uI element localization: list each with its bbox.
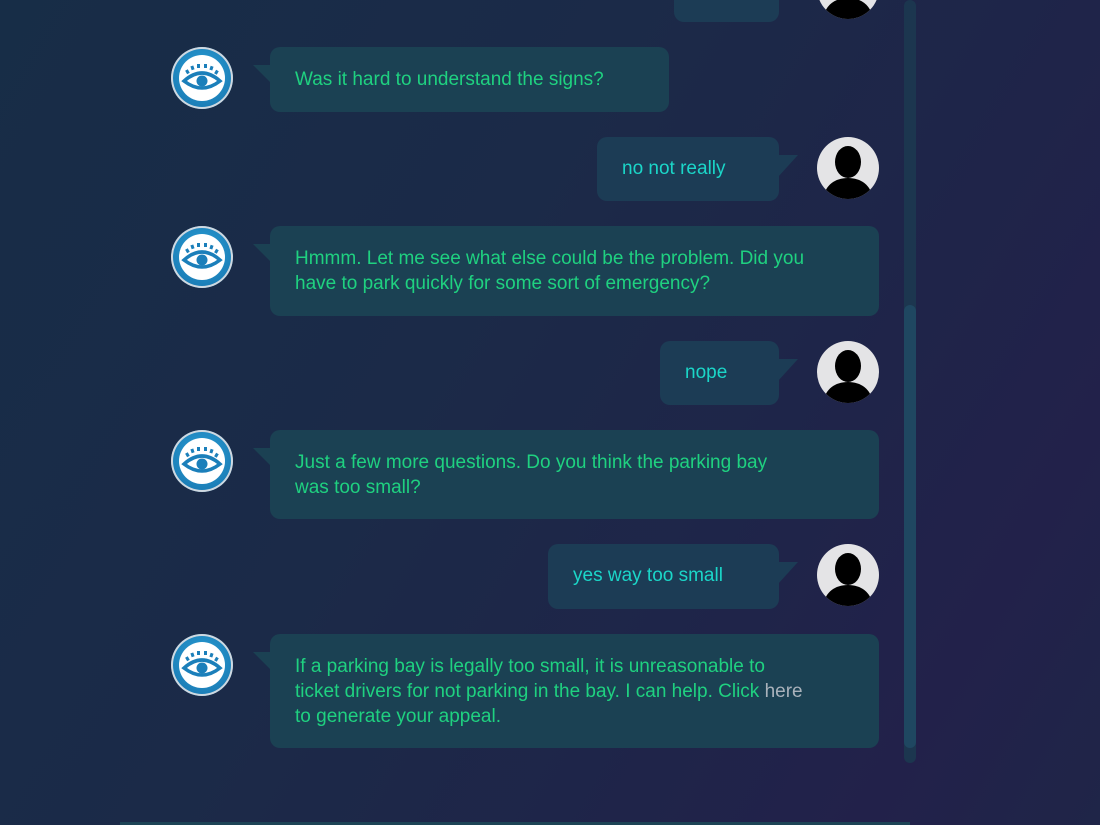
user-message-bubble	[674, 0, 779, 22]
user-avatar	[817, 137, 879, 199]
bot-message-line: was too small?	[295, 477, 421, 498]
user-silhouette-icon	[823, 0, 873, 19]
chat-window: Was it hard to understand the signs? no …	[0, 0, 1100, 825]
bot-avatar	[171, 47, 233, 109]
eye-icon	[179, 55, 225, 101]
user-message-text: no not really	[622, 158, 726, 179]
user-message-bubble: nope	[660, 341, 779, 405]
bot-message-bubble: Was it hard to understand the signs?	[270, 47, 669, 112]
user-silhouette-icon	[823, 146, 873, 199]
eye-icon	[179, 438, 225, 484]
user-silhouette-icon	[823, 350, 873, 403]
user-silhouette-icon	[823, 553, 873, 606]
user-avatar	[817, 341, 879, 403]
generate-appeal-link[interactable]: here	[765, 681, 803, 702]
bot-message-line: have to park quickly for some sort of em…	[295, 273, 711, 294]
bot-message-bubble: If a parking bay is legally too small, i…	[270, 634, 879, 748]
eye-icon	[179, 642, 225, 688]
bot-message-line: to generate your appeal.	[295, 706, 501, 727]
bot-message-line: Hmmm. Let me see what else could be the …	[295, 248, 805, 269]
bubble-tail	[778, 359, 798, 381]
scrollbar-thumb[interactable]	[904, 305, 916, 748]
bot-message-bubble: Hmmm. Let me see what else could be the …	[270, 226, 879, 316]
user-avatar	[817, 544, 879, 606]
user-message-text: nope	[685, 362, 728, 383]
bot-message-bubble: Just a few more questions. Do you think …	[270, 430, 879, 519]
bot-avatar	[171, 430, 233, 492]
user-message-bubble: no not really	[597, 137, 779, 201]
bot-message-text: ticket drivers for not parking in the ba…	[295, 681, 765, 702]
bot-message-text: Was it hard to understand the signs?	[295, 69, 604, 90]
bot-message-line: Just a few more questions. Do you think …	[295, 452, 768, 473]
bot-message-line: If a parking bay is legally too small, i…	[295, 656, 765, 677]
bubble-tail	[778, 562, 798, 584]
eye-icon	[179, 234, 225, 280]
user-avatar	[817, 0, 879, 19]
user-message-bubble: yes way too small	[548, 544, 779, 609]
bot-avatar	[171, 634, 233, 696]
user-message-text: yes way too small	[573, 565, 723, 586]
bubble-tail	[778, 155, 798, 177]
bot-avatar	[171, 226, 233, 288]
bot-message-line: ticket drivers for not parking in the ba…	[295, 679, 855, 704]
